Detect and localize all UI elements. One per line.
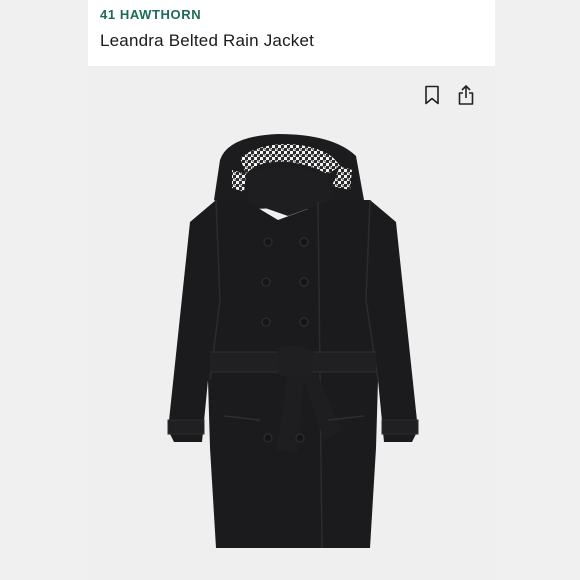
bookmark-icon [425,85,439,105]
share-icon [458,85,474,105]
brand-name[interactable]: 41 HAWTHORN [100,7,201,22]
share-button[interactable] [456,84,476,106]
product-title: Leandra Belted Rain Jacket [100,31,315,50]
product-image [167,134,419,549]
bookmark-button[interactable] [422,84,442,106]
product-card: 41 HAWTHORN Leandra Belted Rain Jacket [88,0,495,580]
